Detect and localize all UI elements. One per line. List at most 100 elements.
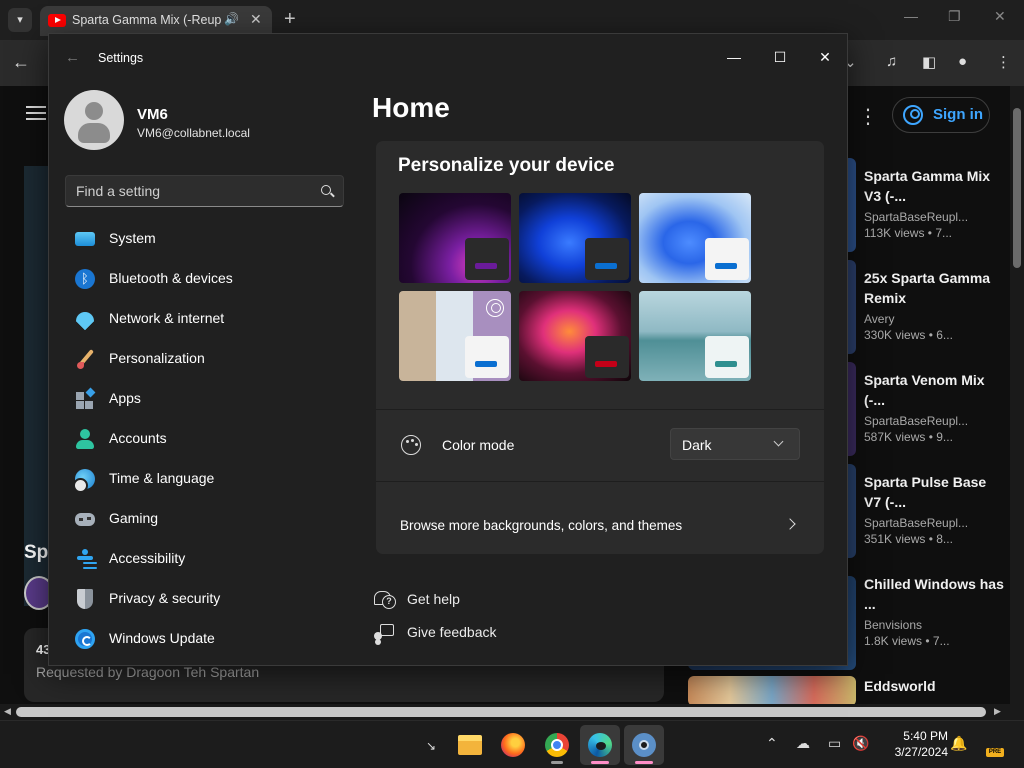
horizontal-scrollbar[interactable]: ◀ ▶ — [0, 704, 1024, 720]
theme-thumbnail-selected[interactable] — [639, 193, 751, 283]
browse-themes-row[interactable]: Browse more backgrounds, colors, and the… — [376, 496, 824, 554]
speaker-muted-icon[interactable]: 🔇 — [852, 735, 869, 752]
nav-item-accessibility[interactable]: Accessibility — [57, 539, 353, 579]
scrollbar-thumb[interactable] — [1013, 108, 1021, 268]
tab-search-button[interactable]: ▾ — [8, 8, 32, 32]
recommendation-item[interactable]: Sparta Gamma Mix V3 (-... SpartaBaseReup… — [864, 166, 1004, 240]
search-icon[interactable] — [321, 185, 331, 195]
nav-label: Privacy & security — [109, 590, 221, 606]
nav-item-system[interactable]: System — [57, 219, 353, 259]
theme-thumbnail[interactable] — [639, 291, 751, 381]
browser-restore-button[interactable]: ❐ — [948, 8, 961, 25]
hamburger-menu-icon[interactable] — [26, 106, 46, 120]
recommendation-item[interactable]: Sparta Venom Mix (-... SpartaBaseReupl..… — [864, 370, 1004, 444]
profile-icon[interactable]: ● — [958, 53, 967, 70]
taskbar-firefox[interactable] — [493, 725, 533, 765]
new-tab-button[interactable]: + — [284, 8, 296, 30]
theme-thumbnail[interactable] — [519, 193, 631, 283]
theme-thumbnail[interactable] — [399, 291, 511, 381]
settings-titlebar[interactable]: ← Settings — ☐ ✕ — [49, 34, 847, 82]
chevron-up-icon[interactable]: ⌃ — [766, 735, 778, 752]
nav-item-gaming[interactable]: Gaming — [57, 499, 353, 539]
nav-label: Apps — [109, 390, 141, 406]
update-icon — [75, 629, 95, 649]
theme-accent-bar — [715, 263, 737, 269]
recommendation-item[interactable]: Chilled Windows has ... Benvisions 1.8K … — [864, 574, 1004, 648]
nav-item-accounts[interactable]: Accounts — [57, 419, 353, 459]
settings-app-title: Settings — [98, 51, 144, 65]
page-title: Home — [372, 92, 450, 123]
bluetooth-icon — [75, 269, 95, 289]
user-name: VM6 — [137, 106, 168, 123]
back-arrow-icon[interactable]: ← — [65, 49, 80, 66]
feedback-icon — [374, 624, 394, 640]
more-options-icon[interactable]: ⋮ — [858, 104, 878, 129]
taskbar-edge[interactable] — [580, 725, 620, 765]
person-icon — [75, 429, 95, 449]
vertical-scrollbar[interactable] — [1010, 86, 1024, 706]
sign-in-button[interactable]: Sign in — [892, 97, 990, 133]
color-mode-dropdown[interactable]: Dark — [670, 428, 800, 460]
give-feedback-link[interactable]: Give feedback — [407, 624, 497, 640]
settings-minimize-button[interactable]: — — [714, 42, 754, 72]
taskbar-chrome[interactable] — [537, 725, 577, 765]
nav-item-personalization[interactable]: Personalization — [57, 339, 353, 379]
card-title: Personalize your device — [398, 155, 615, 176]
get-help-link[interactable]: Get help — [407, 591, 460, 607]
nav-label: System — [109, 230, 156, 246]
monitor-icon — [75, 232, 95, 246]
rec-channel: SpartaBaseReupl... — [864, 516, 969, 530]
menu-dots-icon[interactable]: ⋮ — [996, 53, 1011, 71]
nav-item-time-language[interactable]: Time & language — [57, 459, 353, 499]
find-setting-box[interactable] — [65, 175, 344, 207]
tab-close-button[interactable]: ✕ — [250, 11, 262, 28]
scrollbar-thumb[interactable] — [16, 707, 986, 717]
running-indicator — [635, 761, 653, 764]
accessibility-icon — [75, 549, 95, 569]
palette-icon — [401, 435, 421, 455]
settings-maximize-button[interactable]: ☐ — [760, 42, 800, 72]
video-player[interactable] — [24, 166, 48, 606]
theme-thumbnail[interactable] — [399, 193, 511, 283]
gamepad-icon — [75, 509, 95, 529]
browser-tab-youtube[interactable]: Sparta Gamma Mix (-Reupload) 🔊 ✕ — [40, 6, 272, 36]
rec-title: Sparta Venom Mix (-... — [864, 372, 985, 408]
speaker-icon[interactable]: 🔊 — [224, 12, 239, 26]
scroll-right-icon[interactable]: ▶ — [994, 706, 1001, 717]
rec-channel: SpartaBaseReupl... — [864, 210, 969, 224]
nav-item-bluetooth[interactable]: Bluetooth & devices — [57, 259, 353, 299]
user-avatar[interactable] — [64, 90, 124, 150]
taskbar-file-explorer[interactable] — [450, 725, 490, 765]
taskbar: ↘ ⌃ ☁ ▭ 🔇 5:40 PM 3/27/2024 🔔 PRE — [0, 720, 1024, 768]
nav-item-windows-update[interactable]: Windows Update — [57, 619, 353, 659]
notification-bell-icon[interactable]: 🔔 — [950, 735, 967, 752]
media-controls-icon[interactable]: ♫ — [886, 53, 897, 70]
recommendation-thumbnail[interactable] — [688, 676, 856, 706]
cloud-offline-icon[interactable]: ☁ — [796, 735, 810, 752]
rec-title: 25x Sparta Gamma Remix — [864, 270, 991, 306]
nav-item-privacy-security[interactable]: Privacy & security — [57, 579, 353, 619]
taskbar-settings[interactable] — [624, 725, 664, 765]
theme-thumbnail[interactable] — [519, 291, 631, 381]
chevron-right-icon — [784, 518, 796, 530]
running-indicator — [551, 761, 563, 764]
chevron-down-icon — [773, 436, 784, 447]
theme-accent-bar — [595, 361, 617, 367]
find-setting-input[interactable] — [66, 176, 306, 206]
nav-item-network[interactable]: Network & internet — [57, 299, 353, 339]
recommendation-item[interactable]: Sparta Pulse Base V7 (-... SpartaBaseReu… — [864, 472, 1004, 546]
browser-back-button[interactable]: ← — [12, 52, 30, 73]
recommendation-item[interactable]: Eddsworld — [864, 676, 1004, 696]
theme-swatch — [705, 238, 749, 280]
settings-close-button[interactable]: ✕ — [805, 42, 845, 72]
nav-item-apps[interactable]: Apps — [57, 379, 353, 419]
gear-icon — [632, 733, 656, 757]
taskbar-clock[interactable]: 5:40 PM 3/27/2024 — [884, 729, 948, 759]
recommendation-item[interactable]: 25x Sparta Gamma Remix Avery 330K views … — [864, 268, 1004, 342]
browser-minimize-button[interactable]: — — [904, 8, 918, 24]
scroll-left-icon[interactable]: ◀ — [4, 706, 11, 717]
display-icon[interactable]: ▭ — [828, 735, 841, 752]
sidebar-icon[interactable]: ◧ — [922, 53, 936, 71]
browser-close-button[interactable]: ✕ — [994, 8, 1006, 25]
browse-themes-label: Browse more backgrounds, colors, and the… — [400, 518, 683, 533]
